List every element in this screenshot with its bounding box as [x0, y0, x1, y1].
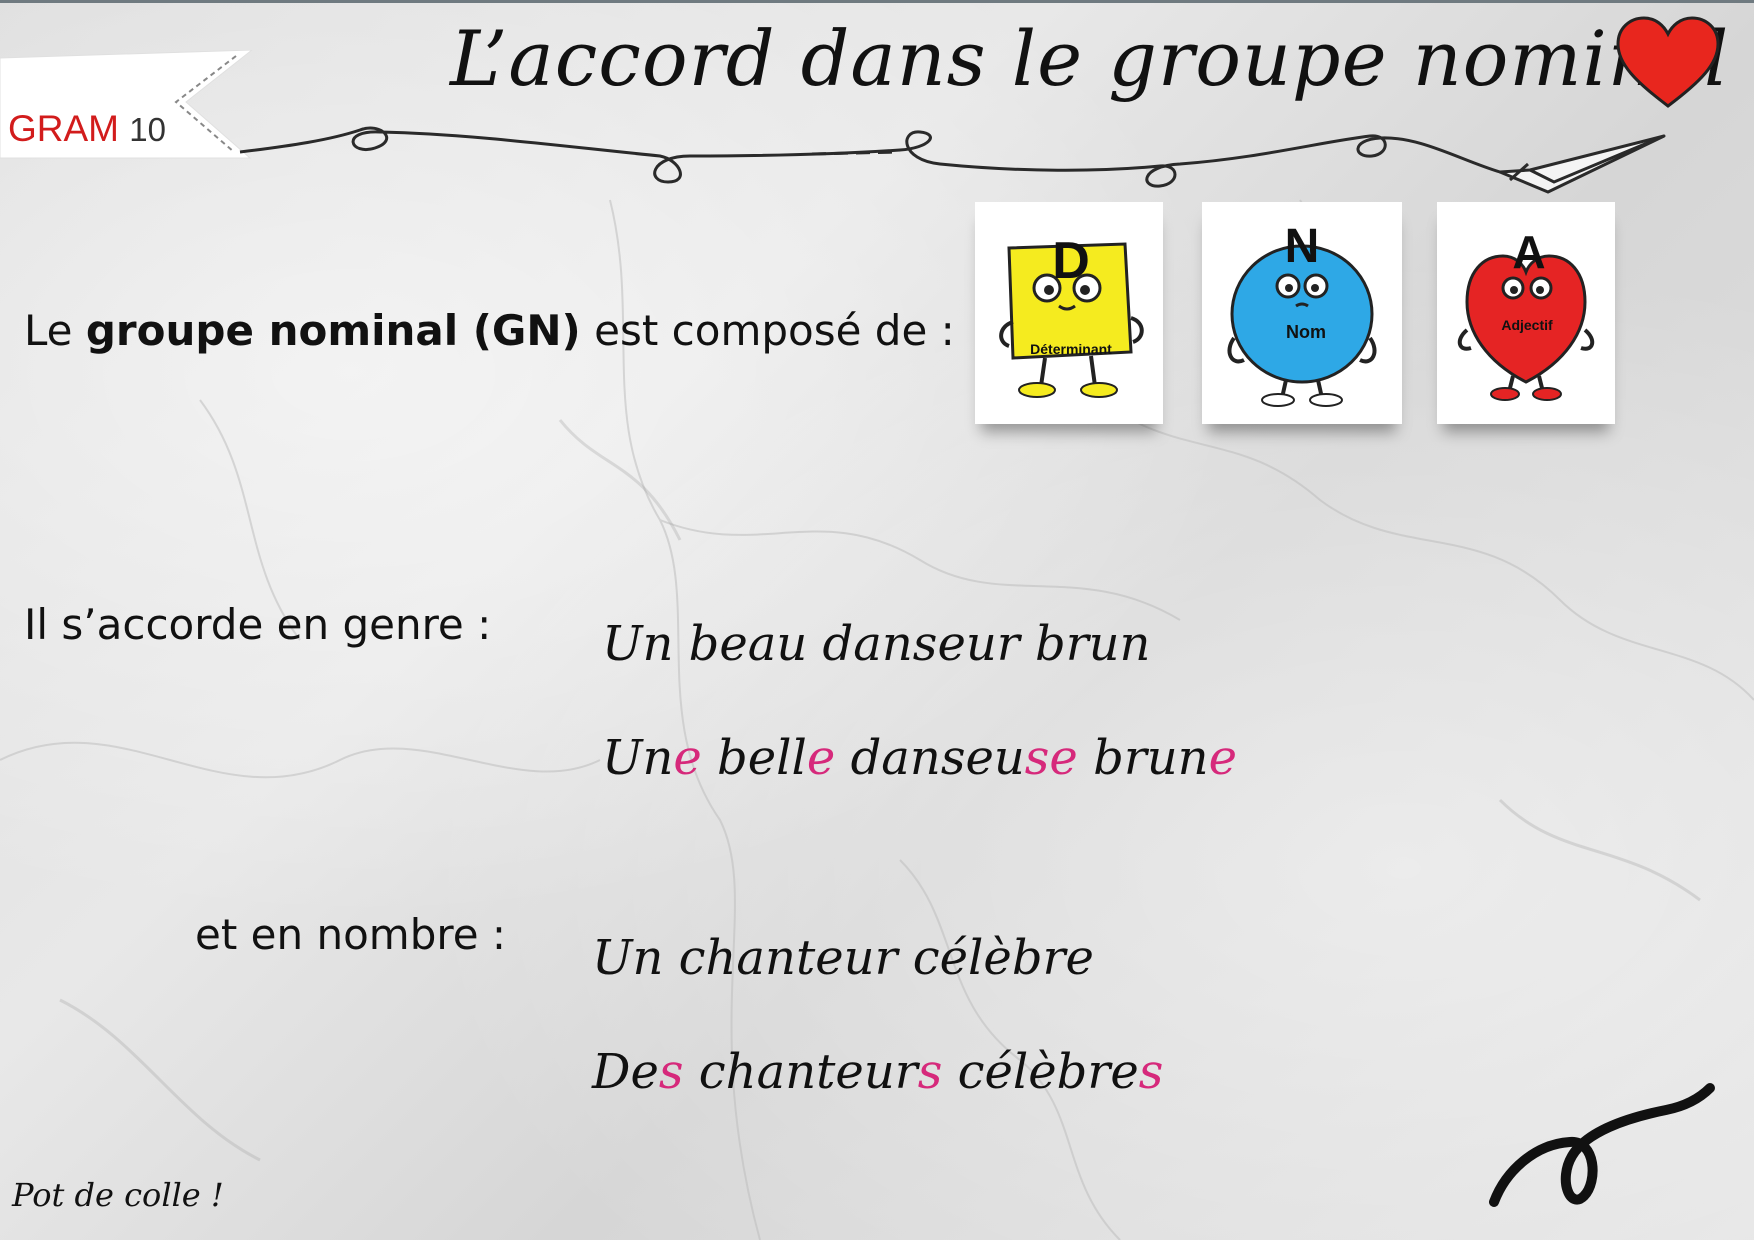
- agreement-ending: s: [1138, 1044, 1164, 1100]
- page-title: L’accord dans le groupe nominal: [450, 14, 1730, 103]
- card-nom: N Nom: [1202, 202, 1402, 424]
- card-label: Déterminant: [1030, 341, 1112, 357]
- agreement-ending: e: [806, 730, 836, 786]
- card-adjectif: A Adjectif: [1437, 202, 1615, 424]
- intro-sentence: Le groupe nominal (GN) est composé de :: [24, 306, 955, 355]
- nombre-example-singular: Un chanteur célèbre: [592, 930, 1094, 986]
- agreement-ending: s: [658, 1044, 684, 1100]
- nombre-example-plural: Des chanteurs célèbres: [592, 1044, 1163, 1100]
- agreement-ending: e: [1208, 730, 1237, 786]
- nom-character-icon: N Nom: [1227, 220, 1377, 407]
- word-part: bell: [717, 730, 807, 786]
- card-determinant: D Déterminant: [975, 202, 1163, 424]
- agreement-ending: e: [673, 730, 702, 786]
- intro-before: Le: [24, 306, 86, 355]
- agreement-ending: se: [1024, 730, 1078, 786]
- agreement-ending: s: [917, 1044, 943, 1100]
- nombre-label: et en nombre :: [195, 910, 507, 959]
- adjectif-character-icon: A Adjectif: [1457, 226, 1595, 401]
- decorative-line: [239, 126, 1666, 194]
- intro-bold-term: groupe nominal (GN): [85, 306, 581, 355]
- word-part: De: [592, 1044, 659, 1100]
- word-part: chanteur: [698, 1044, 918, 1100]
- card-letter: N: [1285, 220, 1320, 273]
- word-part: brun: [1093, 730, 1209, 786]
- word-part: célèbre: [957, 1044, 1139, 1100]
- card-letter: A: [1512, 226, 1545, 278]
- footer-credit: Pot de colle !: [12, 1176, 224, 1214]
- card-label: Nom: [1286, 322, 1326, 342]
- top-border: [0, 0, 1754, 3]
- word-part: danseu: [850, 730, 1025, 786]
- heart-icon: [1616, 16, 1720, 108]
- decorative-swirl: [1489, 1083, 1715, 1207]
- card-letter: D: [1052, 232, 1090, 290]
- genre-example-feminine: Une belle danseuse brune: [602, 730, 1237, 786]
- intro-after: est composé de :: [580, 306, 955, 355]
- word-part: Un: [602, 730, 674, 786]
- genre-example-masculine: Un beau danseur brun: [602, 616, 1151, 672]
- genre-label: Il s’accorde en genre :: [24, 600, 492, 649]
- determinant-character-icon: D Déterminant: [999, 232, 1144, 398]
- card-label: Adjectif: [1501, 317, 1553, 333]
